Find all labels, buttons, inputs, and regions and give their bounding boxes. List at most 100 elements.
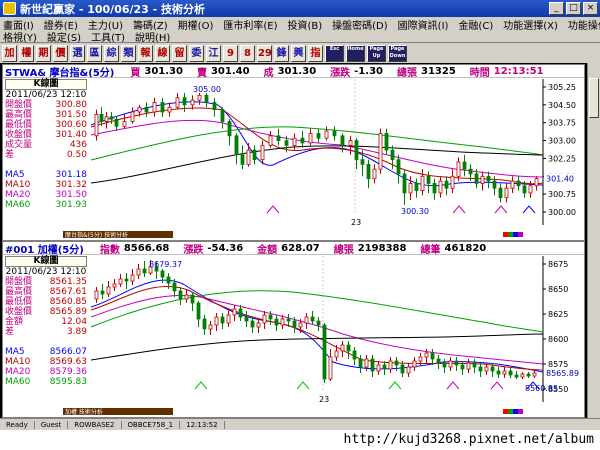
color-chip [518, 232, 523, 237]
candle-body [322, 324, 327, 380]
y-tick-label: 303.00 [548, 137, 576, 146]
color-chip [508, 409, 513, 414]
toolbar-button[interactable]: 價 [53, 44, 68, 62]
y-tick-label: 8575 [548, 360, 568, 369]
candle-body [332, 130, 337, 137]
y-tick-label: 304.50 [548, 101, 576, 110]
candle-body [214, 316, 219, 326]
vertical-scrollbar[interactable] [587, 63, 600, 418]
candle-body [94, 290, 99, 300]
nav-key-button[interactable]: Esc [325, 44, 344, 62]
signal-triangle [388, 381, 402, 390]
toolbar-button[interactable]: 留 [172, 44, 187, 62]
candle-body [276, 135, 281, 141]
y-tick-label: 8675 [548, 260, 568, 269]
minimize-button[interactable]: _ [549, 2, 564, 15]
candle-body [208, 324, 213, 330]
candle-body [202, 318, 207, 330]
candle-body [382, 364, 387, 370]
candle-body [478, 366, 483, 372]
candle-body [152, 102, 157, 113]
candle-body [94, 113, 99, 137]
toolbar-button[interactable]: 權 [19, 44, 34, 62]
toolbar-button[interactable]: 指 [308, 44, 323, 62]
menu-item[interactable]: 國際資訊(I) [398, 17, 459, 32]
status-field: Guest [35, 420, 69, 429]
toolbar-button[interactable]: 江 [206, 44, 221, 62]
moving-average-line [90, 126, 544, 161]
toolbar-button[interactable]: 興 [291, 44, 306, 62]
toolbar-button[interactable]: 8 [240, 44, 255, 62]
toolbar-button[interactable]: 線 [155, 44, 170, 62]
toolbar-button[interactable]: 選 [70, 44, 85, 62]
menu-item[interactable]: 操盤密碼(D) [332, 17, 398, 32]
menu-item[interactable]: 期權(O) [178, 17, 224, 32]
scrollbar-thumb[interactable] [589, 78, 599, 118]
candle-body [238, 308, 243, 318]
candle-body [109, 116, 114, 120]
toolbar-button[interactable]: 區 [87, 44, 102, 62]
candle-body [498, 187, 503, 199]
signal-triangle [494, 205, 508, 214]
toolbar-button[interactable]: 類 [121, 44, 136, 62]
watermark-bar: http://kujd3268.pixnet.net/album [0, 430, 600, 450]
candle-body [175, 97, 180, 108]
candle-body [412, 360, 417, 368]
toolbar-button[interactable]: 加 [2, 44, 17, 62]
candle-body [432, 183, 437, 194]
candle-body [166, 276, 171, 284]
menu-item[interactable]: 匯市利率(E) [223, 17, 287, 32]
candlestick-chart[interactable]: 8675865086258600857585508565.898679.3785… [3, 242, 586, 419]
menu-item[interactable]: 說明(H) [135, 29, 180, 44]
candlestick-chart[interactable]: 305.25304.50303.75303.00302.25301.50300.… [3, 65, 586, 242]
candle-body [118, 278, 123, 285]
toolbar-button[interactable]: 鋒 [274, 44, 289, 62]
nav-key-button[interactable]: Page Down [388, 44, 407, 62]
candle-body [376, 364, 381, 372]
toolbar-button[interactable]: 委 [189, 44, 204, 62]
signal-triangle [522, 205, 536, 214]
candle-body [334, 350, 339, 358]
candle-body [106, 286, 111, 295]
title-bar: 新世紀贏家 - 100/06/23 - 技術分析 _ □ × [0, 0, 600, 17]
candle-body [354, 140, 359, 161]
candle-body [178, 290, 183, 300]
nav-key-button[interactable]: Page Up [367, 44, 386, 62]
trend-line [90, 333, 544, 361]
maximize-button[interactable]: □ [566, 2, 581, 15]
signal-triangle [452, 205, 466, 214]
signal-triangle [490, 381, 504, 390]
candle-body [472, 362, 477, 368]
candle-body [226, 314, 231, 324]
toolbar-button[interactable]: 期 [36, 44, 51, 62]
menu-item[interactable]: 設定(S) [47, 29, 91, 44]
low-price-label: 300.30 [401, 207, 429, 216]
menu-item[interactable]: 投資(B) [287, 17, 332, 32]
candle-body [520, 373, 525, 378]
candle-body [268, 314, 273, 320]
menu-item[interactable]: 功能操作(F) [568, 17, 600, 32]
toolbar-button[interactable]: 29 [257, 44, 272, 62]
menu-item[interactable]: 工具(T) [91, 29, 135, 44]
candle-body [456, 161, 461, 177]
candle-body [490, 366, 495, 372]
high-price-label: 8679.37 [149, 260, 182, 269]
indicator-footer-label: 摩台指&(5分) 技術分析 [65, 231, 128, 239]
chart-panel-stwa: STWA& 摩台指&(5分) 買 301.30 賣 301.40 成 301.30 漲跌 -1.… [2, 64, 585, 241]
nav-key-button[interactable]: Home [346, 44, 365, 62]
toolbar-button[interactable]: 9 [223, 44, 238, 62]
candle-body [136, 268, 141, 276]
color-chip [508, 232, 513, 237]
candle-body [246, 149, 251, 165]
menu-item[interactable]: 功能選擇(X) [503, 17, 568, 32]
candle-body [480, 175, 485, 184]
menu-item[interactable]: 格視(Y) [3, 29, 47, 44]
candle-body [292, 137, 297, 146]
close-button[interactable]: × [583, 2, 598, 15]
candle-body [418, 356, 423, 362]
menu-item[interactable]: 金融(C) [458, 17, 503, 32]
toolbar-button[interactable]: 綜 [104, 44, 119, 62]
candle-body [394, 360, 399, 366]
y-tick-label: 300.00 [548, 208, 576, 217]
toolbar-button[interactable]: 報 [138, 44, 153, 62]
